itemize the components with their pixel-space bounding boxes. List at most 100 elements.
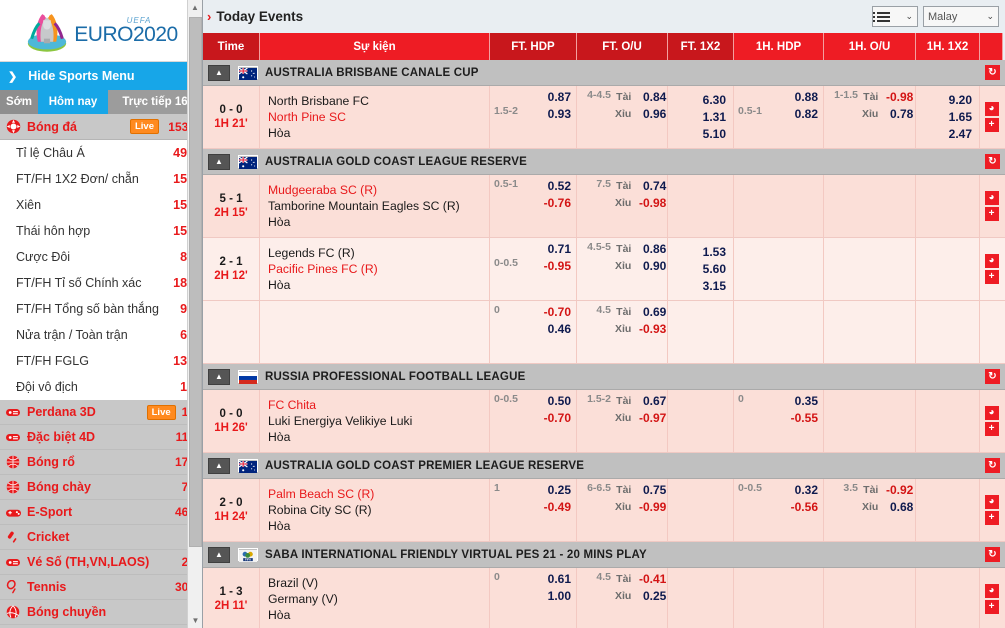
odds-value-x[interactable]: 5.60: [696, 261, 726, 277]
home-team[interactable]: Mudgeeraba SC (R): [268, 183, 489, 198]
odds-value-1[interactable]: 9.20: [942, 92, 972, 108]
odds-value-under[interactable]: -0.97: [636, 411, 666, 425]
odds-value-home[interactable]: -0.70: [541, 305, 571, 319]
odds-value-1[interactable]: [696, 307, 726, 323]
odds-value-away[interactable]: -0.76: [541, 196, 571, 210]
odds-value-x[interactable]: [942, 591, 972, 607]
odds-value-2[interactable]: [942, 430, 972, 446]
plus-icon[interactable]: +: [984, 118, 999, 132]
submenu-item-7[interactable]: Nửa trận / Toàn trận 67: [0, 322, 202, 348]
away-team[interactable]: Robina City SC (R): [268, 503, 489, 518]
odds-value-away[interactable]: -0.56: [788, 500, 818, 514]
away-team[interactable]: Luki Energiya Velikiye Luki: [268, 414, 489, 429]
odds-value-1[interactable]: [942, 396, 972, 412]
submenu-item-3[interactable]: Thái hôn hợp 156: [0, 218, 202, 244]
odds-value-2[interactable]: [942, 519, 972, 535]
refresh-icon[interactable]: ↻: [985, 458, 1000, 473]
draw-label[interactable]: Hòa: [268, 430, 489, 445]
odds-format-select[interactable]: Malay ⌄: [923, 6, 999, 27]
submenu-item-9[interactable]: Đội vô địch 10: [0, 374, 202, 400]
draw-label[interactable]: Hòa: [268, 519, 489, 534]
odds-value-2[interactable]: [942, 341, 972, 357]
home-team[interactable]: FC Chita: [268, 398, 489, 413]
submenu-item-8[interactable]: FT/FH FGLG 134: [0, 348, 202, 374]
tab-som[interactable]: Sớm: [0, 90, 38, 114]
submenu-item-4[interactable]: Cược Đôi 85: [0, 244, 202, 270]
submenu-item-1[interactable]: FT/FH 1X2 Đơn/ chẵn 153: [0, 166, 202, 192]
refresh-icon[interactable]: ↻: [985, 154, 1000, 169]
home-team[interactable]: Legends FC (R): [268, 246, 489, 261]
odds-value-2[interactable]: [696, 341, 726, 357]
tab-hom-nay[interactable]: Hôm nay: [38, 90, 108, 114]
odds-value-under[interactable]: -0.98: [636, 196, 666, 210]
odds-value-2[interactable]: [696, 430, 726, 446]
odds-value-x[interactable]: [696, 502, 726, 518]
odds-value-1[interactable]: [942, 181, 972, 197]
sidebar-scrollbar[interactable]: ▲ ▼: [187, 0, 202, 628]
odds-value-away[interactable]: -0.70: [541, 411, 571, 425]
odds-value-2[interactable]: 5.10: [696, 126, 726, 142]
scroll-up-icon[interactable]: ▲: [188, 0, 202, 15]
plus-icon[interactable]: +: [984, 207, 999, 221]
clock-icon[interactable]: ◕: [984, 406, 999, 420]
odds-value-x[interactable]: [696, 413, 726, 429]
odds-value-1[interactable]: 1.53: [696, 244, 726, 260]
odds-value-away[interactable]: -0.49: [541, 500, 571, 514]
odds-value-1[interactable]: [696, 396, 726, 412]
odds-value-over[interactable]: 0.67: [636, 394, 666, 408]
odds-value-x[interactable]: [942, 324, 972, 340]
odds-value-over[interactable]: 0.69: [636, 305, 666, 319]
away-team[interactable]: North Pine SC: [268, 110, 489, 125]
odds-value-1[interactable]: [696, 574, 726, 590]
odds-value-2[interactable]: 2.47: [942, 126, 972, 142]
odds-value-2[interactable]: 3.15: [696, 278, 726, 294]
refresh-icon[interactable]: ↻: [985, 65, 1000, 80]
plus-icon[interactable]: +: [984, 600, 999, 614]
odds-value-1[interactable]: [696, 181, 726, 197]
refresh-icon[interactable]: ↻: [985, 369, 1000, 384]
odds-value-2[interactable]: [942, 215, 972, 231]
draw-label[interactable]: Hòa: [268, 278, 489, 293]
odds-value-1[interactable]: [942, 307, 972, 323]
odds-value-away[interactable]: 1.00: [541, 589, 571, 603]
clock-icon[interactable]: ◕: [984, 191, 999, 205]
odds-value-over[interactable]: -0.98: [883, 90, 913, 104]
odds-value-under[interactable]: 0.78: [883, 107, 913, 121]
odds-value-under[interactable]: 0.68: [883, 500, 913, 514]
odds-value-away[interactable]: -0.95: [541, 259, 571, 273]
odds-value-2[interactable]: [942, 608, 972, 624]
odds-value-home[interactable]: 0.61: [541, 572, 571, 586]
odds-value-over[interactable]: -0.41: [636, 572, 666, 586]
odds-value-under[interactable]: -0.93: [636, 322, 666, 336]
collapse-up-icon[interactable]: ▲: [208, 546, 230, 563]
odds-value-under[interactable]: 0.25: [636, 589, 666, 603]
odds-value-under[interactable]: 0.96: [636, 107, 666, 121]
draw-label[interactable]: Hòa: [268, 126, 489, 141]
odds-value-x[interactable]: 1.65: [942, 109, 972, 125]
submenu-item-5[interactable]: FT/FH Tỉ số Chính xác 184: [0, 270, 202, 296]
refresh-icon[interactable]: ↻: [985, 547, 1000, 562]
clock-icon[interactable]: ◕: [984, 584, 999, 598]
odds-value-home[interactable]: 0.88: [788, 90, 818, 104]
odds-value-x[interactable]: [942, 413, 972, 429]
plus-icon[interactable]: +: [984, 422, 999, 436]
odds-value-x[interactable]: [942, 261, 972, 277]
sidebar-item-v-s-th-vn-laos[interactable]: Vé Số (TH,VN,LAOS)24: [0, 550, 202, 575]
odds-value-home[interactable]: 0.87: [541, 90, 571, 104]
draw-label[interactable]: Hòa: [268, 215, 489, 230]
clock-icon[interactable]: ◕: [984, 495, 999, 509]
odds-value-home[interactable]: 0.32: [788, 483, 818, 497]
collapse-up-icon[interactable]: ▲: [208, 368, 230, 385]
away-team[interactable]: Germany (V): [268, 592, 489, 607]
submenu-item-0[interactable]: Tỉ lệ Châu Á 496: [0, 140, 202, 166]
odds-value-1[interactable]: [696, 485, 726, 501]
odds-value-over[interactable]: 0.86: [636, 242, 666, 256]
sidebar-item-cricket[interactable]: Cricket2: [0, 525, 202, 550]
sidebar-item-football[interactable]: Bóng đá Live 1533: [0, 114, 202, 140]
sidebar-item-b-ng-chuy-n[interactable]: Bóng chuyền9: [0, 600, 202, 625]
submenu-item-2[interactable]: Xiên 156: [0, 192, 202, 218]
draw-label[interactable]: Hòa: [268, 608, 489, 623]
clock-icon[interactable]: ◕: [984, 102, 999, 116]
odds-value-x[interactable]: [696, 591, 726, 607]
clock-icon[interactable]: ◕: [984, 254, 999, 268]
